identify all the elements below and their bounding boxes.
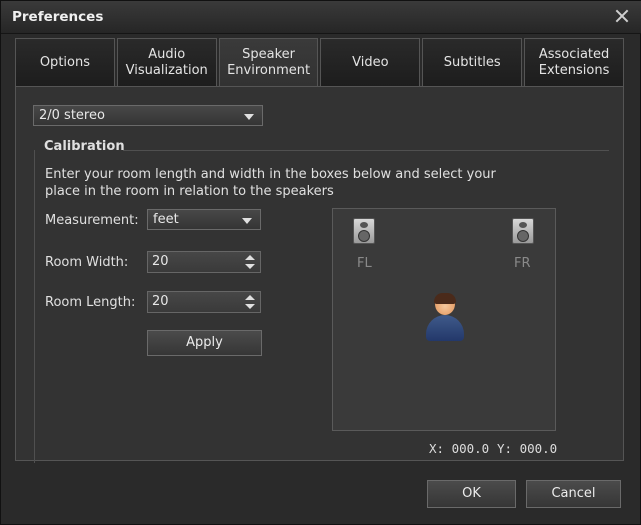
decrement-icon[interactable]	[245, 264, 255, 269]
divider	[123, 150, 609, 151]
tab-speaker-environment[interactable]: Speaker Environment	[218, 38, 319, 86]
tab-video[interactable]: Video	[320, 38, 421, 86]
speaker-icon	[353, 218, 375, 244]
cancel-button[interactable]: Cancel	[526, 480, 621, 508]
chevron-down-icon	[242, 217, 252, 224]
listener-icon[interactable]	[426, 293, 464, 343]
speaker-config-dropdown[interactable]: 2/0 stereo	[33, 105, 263, 126]
tab-bar: Options Audio Visualization Speaker Envi…	[15, 38, 624, 86]
calibration-title: Calibration	[44, 139, 125, 154]
tab-associated-extensions[interactable]: Associated Extensions	[524, 38, 624, 86]
speaker-config-value: 2/0 stereo	[39, 108, 105, 123]
decrement-icon[interactable]	[245, 304, 255, 309]
close-icon[interactable]	[614, 8, 630, 24]
speaker-label-fl: FL	[357, 256, 372, 271]
chevron-down-icon	[244, 113, 254, 120]
room-width-label: Room Width:	[45, 255, 129, 270]
speaker-icon	[512, 218, 534, 244]
y-coordinate-readout: Y: 000.0	[497, 441, 558, 456]
room-length-value: 20	[152, 294, 169, 309]
apply-button[interactable]: Apply	[147, 330, 262, 356]
ok-button[interactable]: OK	[427, 480, 516, 508]
measurement-dropdown[interactable]: feet	[147, 209, 261, 230]
room-width-value: 20	[152, 254, 169, 269]
tab-options[interactable]: Options	[15, 38, 115, 86]
window-title: Preferences	[12, 9, 104, 25]
room-length-stepper[interactable]: 20	[147, 291, 261, 313]
measurement-label: Measurement:	[45, 213, 139, 228]
room-length-label: Room Length:	[45, 295, 136, 310]
x-coordinate-readout: X: 000.0	[429, 441, 490, 456]
tab-subtitles[interactable]: Subtitles	[422, 38, 523, 86]
calibration-description: Enter your room length and width in the …	[45, 167, 496, 199]
tab-audio-visualization[interactable]: Audio Visualization	[116, 38, 217, 86]
speaker-label-fr: FR	[514, 256, 531, 271]
measurement-value: feet	[153, 212, 179, 227]
increment-icon[interactable]	[245, 295, 255, 300]
room-width-stepper[interactable]: 20	[147, 251, 261, 273]
title-bar: Preferences	[1, 1, 641, 34]
preferences-window: Preferences Options Audio Visualization …	[0, 0, 641, 525]
increment-icon[interactable]	[245, 255, 255, 260]
